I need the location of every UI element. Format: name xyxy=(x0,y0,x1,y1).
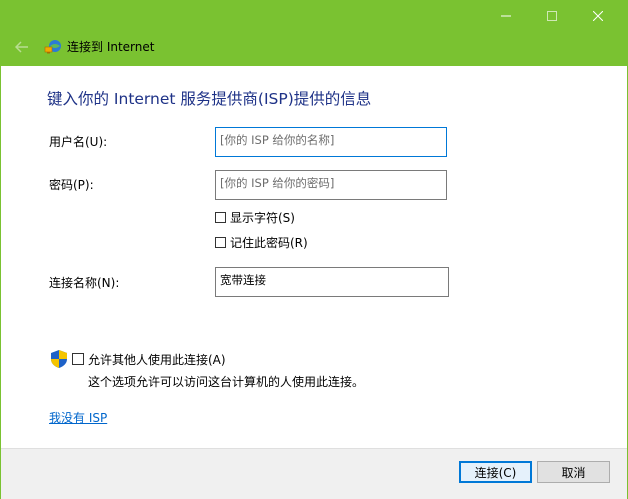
password-input[interactable]: [你的 ISP 给你的密码] xyxy=(215,170,447,200)
connection-name-input[interactable]: 宽带连接 xyxy=(215,267,449,297)
cancel-button[interactable]: 取消 xyxy=(537,461,610,483)
maximize-button[interactable] xyxy=(529,1,575,31)
no-isp-link[interactable]: 我没有 ISP xyxy=(49,409,107,426)
title-bar: 连接到 Internet xyxy=(1,1,627,66)
checkbox-box[interactable] xyxy=(215,211,226,223)
back-button[interactable] xyxy=(11,37,33,57)
allow-others-description: 这个选项允许可以访问这台计算机的人使用此连接。 xyxy=(88,375,365,389)
maximize-icon xyxy=(547,11,557,21)
network-globe-icon xyxy=(44,40,61,54)
checkbox-box[interactable] xyxy=(72,353,84,365)
connection-name-label: 连接名称(N): xyxy=(49,276,120,290)
minimize-icon xyxy=(501,15,511,17)
allow-others-label: 允许其他人使用此连接(A) xyxy=(88,352,226,367)
connect-dialog-window: 连接到 Internet 键入你的 Internet 服务提供商(ISP)提供的… xyxy=(0,0,628,499)
remember-password-checkbox[interactable]: 记住此密码(R) xyxy=(215,234,308,250)
show-characters-label: 显示字符(S) xyxy=(230,210,295,225)
show-characters-checkbox[interactable]: 显示字符(S) xyxy=(215,209,295,225)
password-label: 密码(P): xyxy=(49,178,94,192)
minimize-button[interactable] xyxy=(483,1,529,31)
dialog-footer: 连接(C) 取消 xyxy=(1,448,627,499)
username-label: 用户名(U): xyxy=(49,135,108,149)
close-icon xyxy=(593,11,603,21)
allow-others-checkbox[interactable]: 允许其他人使用此连接(A) xyxy=(72,351,226,367)
checkbox-box[interactable] xyxy=(215,236,226,248)
window-title: 连接到 Internet xyxy=(67,40,155,54)
remember-password-label: 记住此密码(R) xyxy=(230,235,308,250)
back-arrow-icon xyxy=(15,41,28,53)
close-button[interactable] xyxy=(575,1,621,31)
page-heading: 键入你的 Internet 服务提供商(ISP)提供的信息 xyxy=(47,90,372,108)
uac-shield-icon xyxy=(51,350,67,368)
connect-button[interactable]: 连接(C) xyxy=(459,461,532,483)
username-input[interactable]: [你的 ISP 给你的名称] xyxy=(215,127,447,157)
